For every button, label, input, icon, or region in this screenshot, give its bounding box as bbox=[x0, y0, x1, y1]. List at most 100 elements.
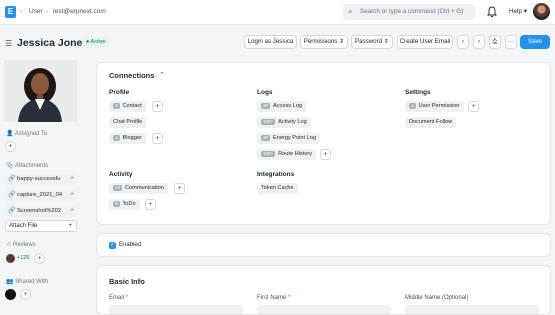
link-label: ToDo bbox=[122, 201, 136, 207]
add-review-button[interactable]: + bbox=[34, 253, 45, 264]
app-logo-icon[interactable]: E bbox=[5, 6, 16, 18]
link-document-follow[interactable]: Document Follow bbox=[405, 117, 457, 128]
next-button[interactable]: › bbox=[473, 35, 485, 49]
shared-user-avatar[interactable] bbox=[5, 289, 16, 300]
attach-file-button[interactable]: Attach File + bbox=[5, 220, 77, 232]
link-route-history[interactable]: 100+ Route History bbox=[257, 149, 317, 160]
reviewer-avatar[interactable] bbox=[6, 254, 15, 263]
email-label-text: Email bbox=[109, 295, 125, 301]
link-count: 20 bbox=[261, 102, 271, 109]
remove-icon[interactable]: × bbox=[70, 206, 74, 217]
enabled-label: Enabled bbox=[119, 242, 142, 248]
add-communication-button[interactable]: + bbox=[174, 183, 185, 194]
link-label: Route History bbox=[278, 151, 313, 157]
assigned-to-label: Assigned To bbox=[14, 131, 48, 137]
link-label: Access Log bbox=[273, 103, 302, 109]
middle-name-label: Middle Name (Optional) bbox=[405, 295, 469, 301]
login-as-button[interactable]: Login as Jessica bbox=[244, 35, 297, 49]
add-user-permission-button[interactable]: + bbox=[468, 101, 479, 112]
password-label: Password bbox=[354, 38, 383, 45]
add-share-button[interactable]: + bbox=[20, 289, 31, 300]
link-label: Energy Point Log bbox=[273, 135, 316, 141]
attachment-item[interactable]: 🔗 happy-successfu × bbox=[5, 174, 77, 185]
link-label: Contact bbox=[122, 103, 142, 109]
printer-icon: ⎙ bbox=[492, 38, 498, 45]
link-label: Communication bbox=[125, 185, 164, 191]
first-name-field[interactable] bbox=[257, 305, 391, 314]
link-count: 100+ bbox=[261, 118, 276, 125]
link-label: Document Follow bbox=[409, 119, 453, 125]
link-token-cache[interactable]: Token Cache bbox=[257, 183, 298, 194]
remove-icon[interactable]: × bbox=[70, 190, 74, 201]
permissions-button[interactable]: Permissions ⇕ bbox=[300, 35, 348, 49]
bell-icon[interactable] bbox=[487, 6, 497, 18]
required-mark: * bbox=[288, 295, 291, 301]
link-label: Blogger bbox=[122, 135, 142, 141]
link-contact[interactable]: 0 Contact bbox=[109, 101, 146, 112]
link-label: Token Cache bbox=[261, 185, 294, 191]
attachment-icon: 🔗 bbox=[8, 176, 16, 182]
add-blogger-button[interactable]: + bbox=[152, 133, 163, 144]
remove-icon[interactable]: × bbox=[70, 174, 74, 185]
link-energy-point-log[interactable]: 20 Energy Point Log bbox=[257, 133, 320, 144]
link-blogger[interactable]: 1 Blogger bbox=[109, 133, 146, 144]
page-title: Jessica Jones bbox=[17, 37, 89, 49]
attachment-icon: 🔗 bbox=[8, 192, 16, 198]
add-todo-button[interactable]: + bbox=[145, 199, 156, 210]
basic-info-title: Basic Info bbox=[109, 277, 145, 286]
chevron-updown-icon: ⇕ bbox=[339, 38, 345, 45]
link-access-log[interactable]: 20 Access Log bbox=[257, 101, 306, 112]
group-activity: Activity bbox=[109, 171, 133, 178]
link-count: 1 bbox=[409, 102, 416, 109]
attachment-name: capture_2021_04 bbox=[17, 192, 63, 198]
password-button[interactable]: Password ⇕ bbox=[351, 35, 393, 49]
attachment-item[interactable]: 🔗 Screenshot%202 × bbox=[5, 206, 77, 217]
connections-title: Connections bbox=[109, 71, 155, 80]
assigned-to-heading: 👤 Assigned To bbox=[6, 131, 48, 137]
user-avatar[interactable] bbox=[533, 3, 550, 20]
collapse-icon[interactable]: ⌃ bbox=[159, 71, 165, 79]
print-button[interactable]: ⎙ bbox=[489, 35, 501, 49]
add-contact-button[interactable]: + bbox=[152, 101, 163, 112]
middle-name-field[interactable] bbox=[405, 305, 539, 314]
link-activity-log[interactable]: 100+ Activity Log bbox=[257, 117, 311, 128]
add-assignment-button[interactable]: + bbox=[5, 141, 16, 152]
shared-with-label: Shared With bbox=[15, 279, 49, 285]
link-user-permission[interactable]: 1 User Permission bbox=[405, 101, 464, 112]
breadcrumb-user[interactable]: User bbox=[29, 8, 43, 15]
profile-image[interactable] bbox=[4, 60, 77, 122]
required-mark: * bbox=[125, 295, 129, 301]
create-user-email-button[interactable]: Create User Email bbox=[397, 35, 453, 49]
search-input[interactable]: ⌕ Search or type a command (Ctrl + G) bbox=[343, 4, 475, 20]
hamburger-icon[interactable]: ☰ bbox=[5, 39, 12, 48]
first-name-label: First Name * bbox=[257, 295, 290, 301]
attach-file-label: Attach File bbox=[9, 223, 38, 229]
group-logs: Logs bbox=[257, 89, 273, 96]
attachment-icon: 🔗 bbox=[8, 208, 16, 214]
link-chat-profile[interactable]: Chat Profile bbox=[109, 117, 147, 128]
link-todo[interactable]: 0 ToDo bbox=[109, 199, 140, 210]
more-button[interactable]: ··· bbox=[505, 35, 517, 49]
breadcrumb-record[interactable]: test@erpnext.com bbox=[53, 8, 106, 15]
attachment-item[interactable]: 🔗 capture_2021_04 × bbox=[5, 190, 77, 201]
enabled-checkbox[interactable]: ✓ bbox=[109, 242, 116, 249]
attachment-name: Screenshot%202 bbox=[17, 208, 62, 214]
chevron-down-icon: ▾ bbox=[523, 8, 527, 15]
link-label: Chat Profile bbox=[113, 119, 143, 125]
link-label: Activity Log bbox=[278, 119, 307, 125]
link-communication[interactable]: 23 Communication bbox=[109, 183, 168, 194]
email-field[interactable] bbox=[109, 305, 243, 314]
add-route-history-button[interactable]: + bbox=[320, 149, 331, 160]
basic-info-card: Basic Info Email * First Name * Middle N… bbox=[96, 265, 551, 315]
link-count: 20 bbox=[261, 134, 271, 141]
link-count: 0 bbox=[113, 200, 120, 207]
email-label: Email * bbox=[109, 295, 128, 301]
previous-button[interactable]: ‹ bbox=[457, 35, 469, 49]
reviews-heading: ☆ Reviews bbox=[6, 242, 36, 248]
link-count: 0 bbox=[113, 102, 120, 109]
attachments-label: Attachments bbox=[14, 163, 49, 169]
chevron-right-icon: › bbox=[477, 38, 481, 45]
save-button[interactable]: Save bbox=[520, 35, 550, 49]
help-menu[interactable]: Help ▾ bbox=[509, 8, 527, 15]
navbar: E › User › test@erpnext.com ⌕ Search or … bbox=[0, 0, 555, 25]
